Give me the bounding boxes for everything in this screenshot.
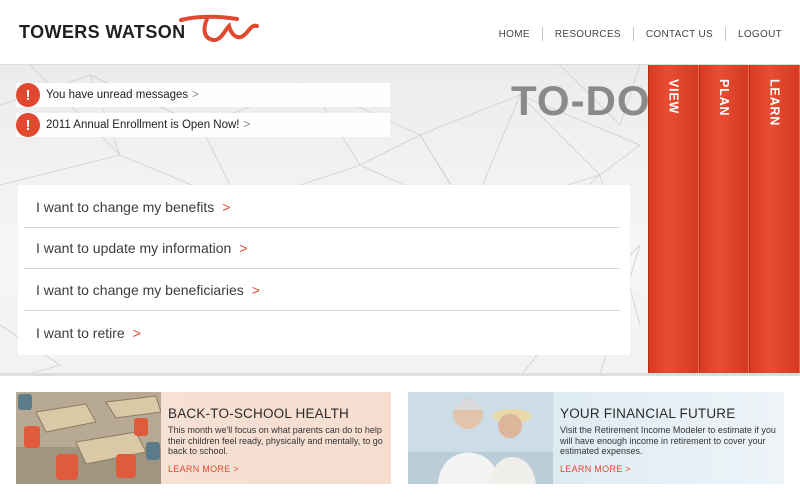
nav-resources[interactable]: RESOURCES bbox=[543, 29, 633, 40]
todo-panel: ! You have unread messages > ! 2011 Annu… bbox=[0, 64, 800, 376]
tab-plan[interactable]: PLAN bbox=[698, 65, 750, 373]
nav-logout[interactable]: LOGOUT bbox=[726, 29, 782, 40]
classroom-chairs-image bbox=[16, 392, 161, 484]
tab-learn[interactable]: LEARN bbox=[749, 65, 800, 373]
exclamation-icon: ! bbox=[16, 113, 40, 137]
action-label: I want to change my beneficiaries bbox=[36, 282, 244, 298]
chevron-right-icon: > bbox=[132, 324, 141, 341]
header: TOWERS WATSON HOME RESOURCES CONTACT US … bbox=[0, 0, 800, 64]
action-change-beneficiaries[interactable]: I want to change my beneficiaries > bbox=[24, 270, 620, 311]
chevron-right-icon: > bbox=[192, 89, 199, 101]
action-retire[interactable]: I want to retire > bbox=[24, 312, 620, 353]
logo-mark-icon bbox=[179, 14, 259, 42]
alert-unread-messages[interactable]: ! You have unread messages > bbox=[16, 83, 390, 107]
promo-body: YOUR FINANCIAL FUTURE Visit the Retireme… bbox=[560, 406, 780, 474]
action-list: I want to change my benefits > I want to… bbox=[18, 185, 630, 355]
tab-label: VIEW bbox=[666, 79, 681, 115]
side-tabs: VIEW PLAN LEARN bbox=[648, 65, 800, 373]
action-label: I want to update my information bbox=[36, 240, 232, 256]
tab-view[interactable]: VIEW bbox=[648, 65, 699, 373]
tab-label: LEARN bbox=[767, 79, 782, 127]
alert-annual-enrollment[interactable]: ! 2011 Annual Enrollment is Open Now! > bbox=[16, 113, 390, 137]
action-label: I want to retire bbox=[36, 324, 125, 341]
logo[interactable]: TOWERS WATSON bbox=[19, 14, 259, 43]
learn-more-link[interactable]: LEARN MORE > bbox=[168, 464, 388, 474]
promo-text: Visit the Retirement Income Modeler to e… bbox=[560, 425, 776, 456]
action-update-information[interactable]: I want to update my information > bbox=[24, 228, 620, 269]
learn-more-link[interactable]: LEARN MORE > bbox=[560, 464, 780, 474]
chevron-right-icon: > bbox=[251, 282, 260, 298]
promo-financial-future[interactable]: YOUR FINANCIAL FUTURE Visit the Retireme… bbox=[408, 392, 784, 484]
top-nav: HOME RESOURCES CONTACT US LOGOUT bbox=[487, 27, 782, 41]
todo-title: TO-DO bbox=[511, 77, 651, 124]
tab-label: PLAN bbox=[717, 79, 731, 117]
chevron-right-icon: > bbox=[239, 240, 248, 256]
chevron-right-icon: > bbox=[222, 199, 231, 215]
nav-home[interactable]: HOME bbox=[487, 29, 542, 40]
promo-title: YOUR FINANCIAL FUTURE bbox=[560, 406, 736, 421]
action-change-benefits[interactable]: I want to change my benefits > bbox=[24, 187, 620, 228]
chevron-right-icon: > bbox=[243, 119, 251, 131]
alert-text: You have unread messages bbox=[46, 89, 189, 101]
promo-body: BACK-TO-SCHOOL HEALTH This month we'll f… bbox=[168, 406, 388, 474]
logo-text: TOWERS WATSON bbox=[19, 22, 186, 42]
alert-text: 2011 Annual Enrollment is Open Now! bbox=[46, 119, 240, 131]
promo-text: This month we'll focus on what parents c… bbox=[168, 425, 383, 456]
promo-title: BACK-TO-SCHOOL HEALTH bbox=[168, 406, 349, 421]
retired-couple-image bbox=[408, 392, 553, 484]
action-label: I want to change my benefits bbox=[36, 199, 215, 215]
exclamation-icon: ! bbox=[16, 83, 40, 107]
nav-contact-us[interactable]: CONTACT US bbox=[634, 29, 725, 40]
promo-back-to-school[interactable]: BACK-TO-SCHOOL HEALTH This month we'll f… bbox=[16, 392, 391, 484]
